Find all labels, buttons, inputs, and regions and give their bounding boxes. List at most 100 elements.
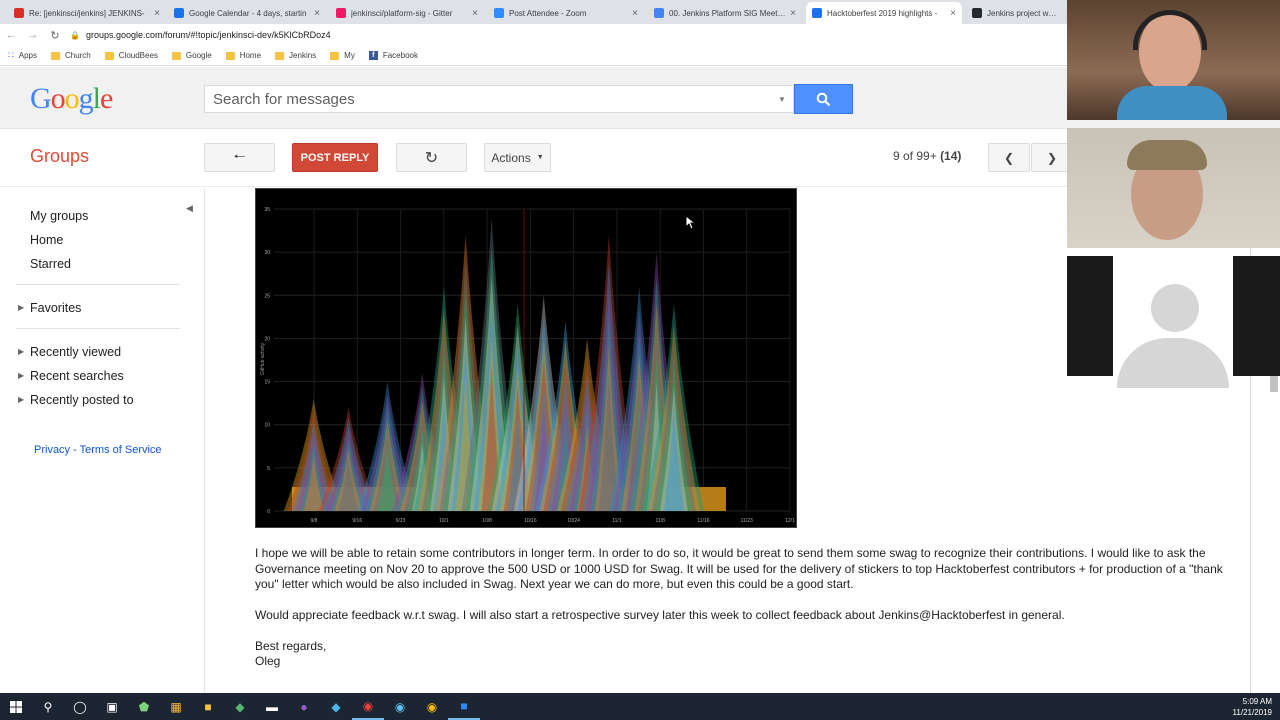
bookmark-item[interactable]: Google — [171, 51, 212, 60]
bookmark-label: Google — [185, 51, 212, 60]
search-icon[interactable]: ⚲ — [32, 693, 64, 720]
x-tick-label: 9/23 — [396, 518, 406, 524]
expand-triangle-icon[interactable]: ▶ — [18, 371, 24, 380]
bookmark-item[interactable]: Church — [50, 51, 91, 60]
collapse-sidebar-icon[interactable]: ◀ — [186, 203, 193, 214]
reload-icon[interactable]: ↻ — [44, 29, 66, 42]
forward-arrow-icon[interactable]: → — [22, 29, 44, 41]
bookmark-item[interactable]: CloudBees — [104, 51, 158, 60]
groups-title[interactable]: Groups — [30, 146, 89, 167]
tab-favicon-icon — [174, 8, 184, 18]
actions-label: Actions — [491, 150, 531, 165]
video-participant-3[interactable] — [1067, 256, 1280, 388]
x-tick-label: 10/16 — [524, 518, 537, 524]
file-explorer-icon[interactable]: ■ — [192, 693, 224, 720]
app-diamond-icon[interactable]: ◆ — [320, 693, 352, 720]
close-tab-icon[interactable]: × — [314, 8, 320, 19]
tab-title: Re: [jenkinsci/jenkins] JENKINS- — [29, 8, 145, 18]
folder-icon — [171, 51, 181, 60]
y-tick-label: 10 — [264, 423, 270, 429]
participant-shirt — [1117, 86, 1227, 120]
terms-link[interactable]: Terms of Service — [80, 444, 162, 456]
page-scrollbar-thumb[interactable] — [1270, 376, 1278, 392]
sidebar-item-my-groups[interactable]: My groups — [30, 209, 88, 223]
video-participant-1[interactable] — [1067, 0, 1280, 120]
search-options-dropdown-icon[interactable]: ▼ — [771, 95, 793, 104]
tab-favicon-icon — [494, 8, 504, 18]
bookmark-item[interactable]: Home — [225, 51, 261, 60]
refresh-button[interactable]: ↻ — [396, 143, 467, 172]
folder-icon — [330, 51, 340, 60]
search-input[interactable] — [213, 90, 771, 108]
close-tab-icon[interactable]: × — [632, 8, 638, 19]
close-tab-icon[interactable]: × — [790, 8, 796, 19]
actions-dropdown[interactable]: Actions ▼ — [484, 143, 551, 172]
back-to-topics-button[interactable]: 🠐 — [204, 143, 275, 172]
activity-chart-image: 0 5 10 15 20 25 30 35 9/8 9/16 9/23 10/1 10/8 10/16 10… — [255, 188, 797, 528]
browser-tab[interactable]: Jenkins project would l — [966, 2, 1066, 24]
expand-triangle-icon[interactable]: ▶ — [18, 395, 24, 404]
system-clock[interactable]: 5:09 AM 11/21/2019 — [1233, 696, 1272, 718]
back-arrow-icon[interactable]: ← — [0, 29, 22, 41]
close-tab-icon[interactable]: × — [154, 8, 160, 19]
x-tick-label: 11/23 — [741, 518, 753, 524]
google-logo[interactable]: Google — [30, 82, 113, 116]
expand-triangle-icon[interactable]: ▶ — [18, 347, 24, 356]
browser-tab[interactable]: 00. Jenkins Platform SIG Meeting × — [648, 2, 802, 24]
app-purple-icon[interactable]: ● — [288, 693, 320, 720]
avatar-panel — [1113, 256, 1233, 388]
video-participant-2[interactable] — [1067, 128, 1280, 248]
app-globe-icon[interactable]: ◉ — [384, 693, 416, 720]
y-tick-label: 5 — [267, 466, 270, 472]
expand-triangle-icon[interactable]: ▶ — [18, 303, 24, 312]
windows-start-icon[interactable] — [0, 693, 32, 720]
search-button[interactable] — [794, 84, 853, 114]
sidebar-item-recently-posted[interactable]: Recently posted to — [30, 393, 134, 407]
clock-date: 11/21/2019 — [1232, 708, 1272, 717]
apps-grid-icon: ∷ — [8, 50, 14, 60]
y-tick-label: 15 — [264, 380, 270, 386]
terminal-icon[interactable]: ▬ — [256, 693, 288, 720]
bookmark-item[interactable]: f Facebook — [368, 51, 418, 60]
y-tick-label: 30 — [264, 250, 270, 256]
zoom-icon[interactable]: ■ — [448, 693, 480, 720]
close-tab-icon[interactable]: × — [472, 8, 478, 19]
bookmark-item[interactable]: Jenkins — [275, 51, 316, 60]
browser-tab[interactable]: Google Calendar - 4 days, startin × — [168, 2, 326, 24]
previous-topic-button[interactable]: ❮ — [988, 143, 1030, 172]
security-shield-icon[interactable]: ⬟ — [128, 693, 160, 720]
y-axis-label: GitHub activity — [260, 342, 266, 375]
lock-icon: 🔒 — [70, 30, 80, 40]
folder-icon — [50, 51, 60, 60]
x-tick-label: 10/24 — [567, 518, 580, 524]
bookmark-item[interactable]: My — [330, 51, 355, 60]
avatar-head — [1151, 284, 1199, 332]
browser-tab[interactable]: Post Attendee - Zoom × — [488, 2, 644, 24]
tab-favicon-icon — [972, 8, 982, 18]
post-reply-button[interactable]: POST REPLY — [292, 143, 378, 172]
sidebar-item-favorites[interactable]: Favorites — [30, 301, 81, 315]
counter-text: 9 of 99+ — [893, 149, 937, 163]
chevron-left-icon: ❮ — [1003, 150, 1015, 165]
task-view-icon[interactable]: ▣ — [96, 693, 128, 720]
browser-tab[interactable]: Hacktoberfest 2019 highlights - × — [806, 2, 962, 24]
browser-tab[interactable]: jenkinsci/platform-sig - Gitter × — [330, 2, 484, 24]
browser-tab[interactable]: Re: [jenkinsci/jenkins] JENKINS- × — [8, 2, 166, 24]
participant-hair — [1127, 140, 1207, 170]
x-tick-label: 9/16 — [352, 518, 362, 524]
bookmark-label: My — [344, 51, 355, 60]
cortana-icon[interactable]: ◯ — [64, 693, 96, 720]
privacy-link[interactable]: Privacy — [34, 444, 70, 456]
close-tab-icon[interactable]: × — [950, 8, 956, 19]
bookmark-item[interactable]: ∷ Apps — [8, 50, 37, 61]
sidebar-item-starred[interactable]: Starred — [30, 257, 71, 271]
chrome-icon[interactable]: ◉ — [352, 693, 384, 720]
calculator-icon[interactable]: ▦ — [160, 693, 192, 720]
search-box[interactable]: ▼ — [204, 85, 794, 113]
sidebar-item-home[interactable]: Home — [30, 233, 63, 247]
sidebar-item-recent-searches[interactable]: Recent searches — [30, 369, 124, 383]
headset-icon — [1133, 10, 1207, 50]
app-green-icon[interactable]: ◆ — [224, 693, 256, 720]
sidebar-item-recently-viewed[interactable]: Recently viewed — [30, 345, 121, 359]
chrome-alt-icon[interactable]: ◉ — [416, 693, 448, 720]
